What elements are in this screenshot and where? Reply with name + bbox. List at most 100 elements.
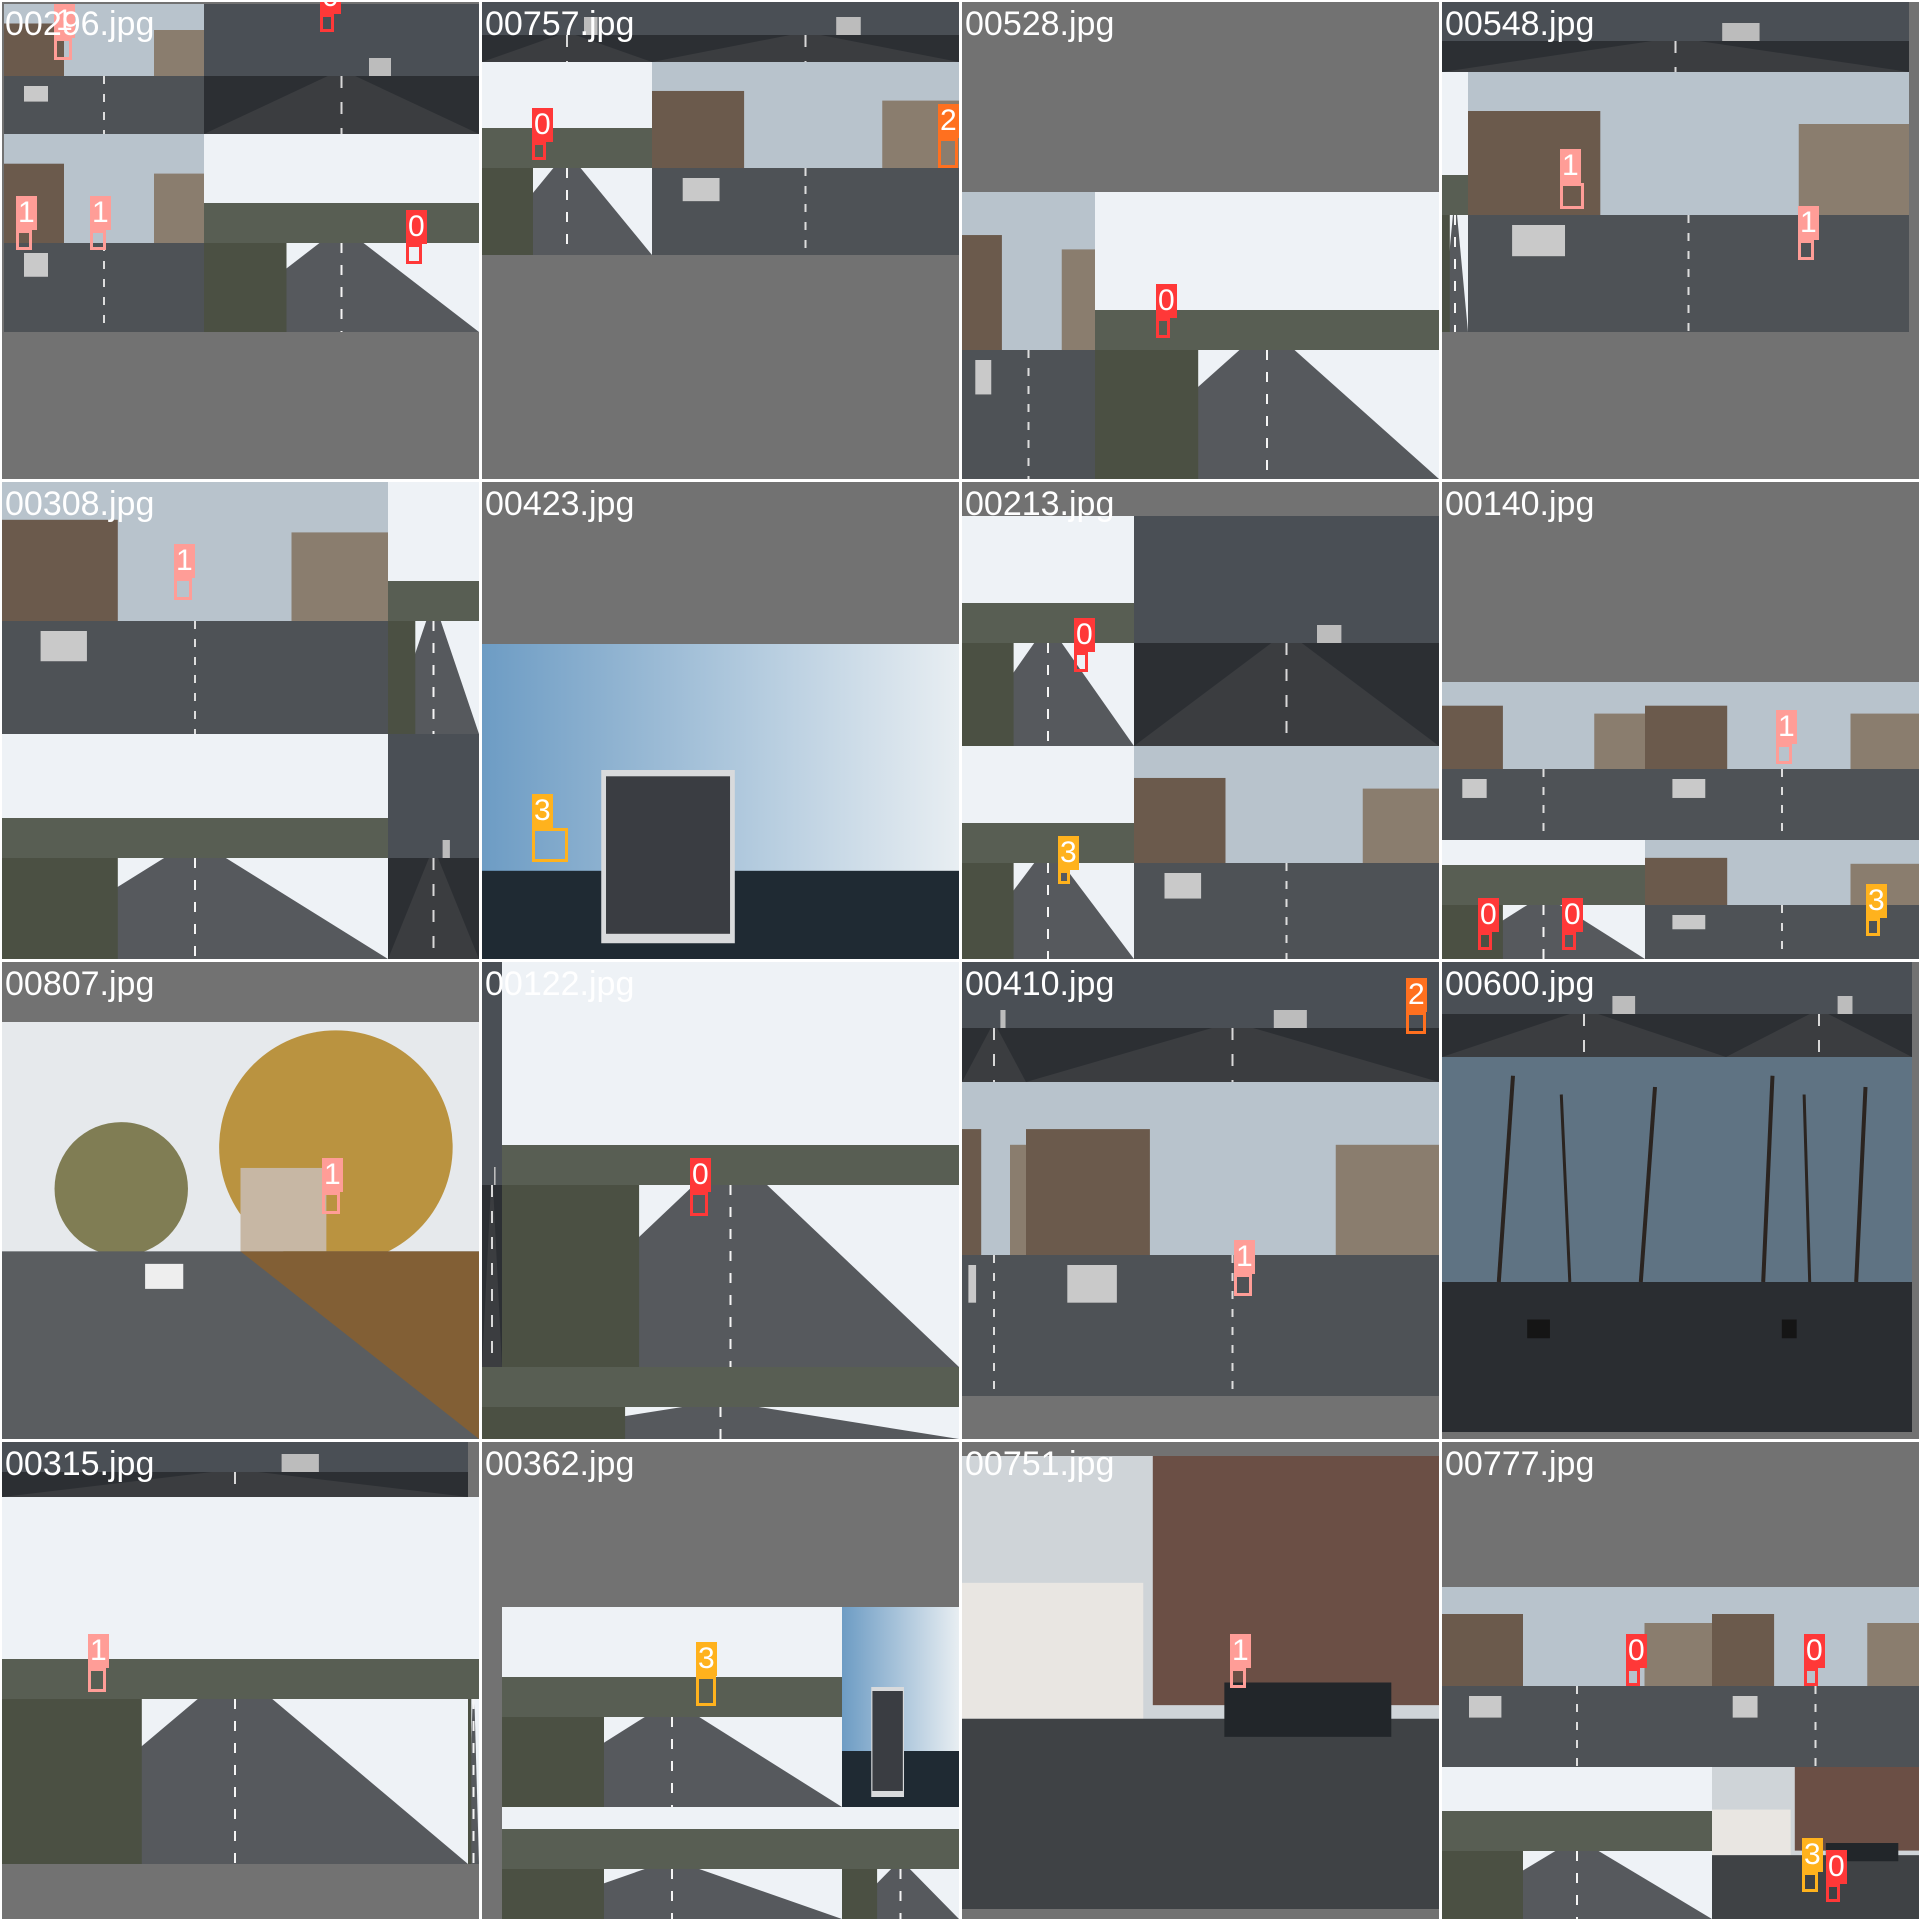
photo-road-bright [1442,1767,1712,1919]
detection-label: 1 [1798,206,1819,240]
detection-box [88,1668,106,1692]
mosaic-tile: 3 00423.jpg [482,482,959,959]
mosaic-tile: 0 2 00757.jpg [482,2,959,479]
filename-label: 00807.jpg [5,965,155,1003]
filename-label: 00122.jpg [485,965,635,1003]
mosaic-image [482,962,959,1439]
detection-label: 2 [1406,978,1427,1012]
detection-box [16,230,32,250]
photo-street-day [962,192,1095,479]
detection-label: 3 [1866,884,1887,918]
detection-label: 0 [1626,1634,1647,1668]
mosaic-tile: 1 00751.jpg [962,1442,1439,1919]
detection-label: 3 [696,1642,717,1676]
photo-road-bright [2,1497,468,1864]
filename-label: 00410.jpg [965,965,1115,1003]
photo-road-bright [502,1807,842,1919]
detection-label: 0 [1562,898,1583,932]
photo-highway-dusk [482,962,502,1367]
mosaic-tile: 00600.jpg [1442,962,1919,1439]
detection-label: 3 [1058,836,1079,870]
detection-box [1804,1668,1818,1686]
detection-box [696,1676,716,1706]
filename-label: 00600.jpg [1445,965,1595,1003]
photo-road-bright [1442,840,1645,959]
detection-box [1626,1668,1640,1686]
photo-street-day [1442,682,1645,840]
photo-autumn [2,1022,479,1439]
photo-highway-dusk [1726,962,1912,1057]
detection-label: 1 [16,196,37,230]
filename-label: 00213.jpg [965,485,1115,523]
photo-sky-truck [842,1607,959,1807]
mosaic-image [962,1456,1439,1909]
mosaic-image [2,1022,479,1439]
detection-label: 0 [690,1158,711,1192]
detection-box [938,138,958,168]
detection-label: 3 [532,794,553,828]
mosaic-tile: 0 3 00213.jpg [962,482,1439,959]
mosaic-image [1442,2,1909,332]
detection-box [1798,240,1814,260]
filename-label: 00296.jpg [5,5,155,43]
detection-box [406,244,422,264]
detection-box [1866,918,1880,936]
detection-box [320,14,334,32]
mosaic-image [962,516,1439,959]
mosaic-image [4,4,479,332]
mosaic-image [1442,962,1912,1432]
photo-highway-dusk [1134,516,1439,746]
detection-label: 1 [1234,1240,1255,1274]
photo-street-day [1468,72,1909,332]
photo-street-day [1134,746,1439,959]
photo-dark-trees [1726,1057,1912,1432]
detection-label: 2 [938,104,959,138]
photo-street-day [1442,1587,1712,1767]
mosaic-tile: 1011000296.jpg [2,2,479,479]
detection-label: 0 [1156,284,1177,318]
mosaic-image [962,192,1439,479]
filename-label: 00140.jpg [1445,485,1595,523]
detection-label: 1 [1230,1634,1251,1668]
mosaic-tile: 0 0 3 0 00777.jpg [1442,1442,1919,1919]
photo-road-bright [204,134,479,332]
detection-box [532,142,546,160]
filename-label: 00315.jpg [5,1445,155,1483]
detection-label: 0 [406,210,427,244]
photo-dark-trees [1442,1057,1726,1432]
filename-label: 00308.jpg [5,485,155,523]
detection-box [1802,1872,1818,1892]
detection-label: 0 [1478,898,1499,932]
detection-label: 3 [1802,1838,1823,1872]
detection-box [1560,183,1584,209]
mosaic-tile: 1 00807.jpg [2,962,479,1439]
detection-label: 0 [532,108,553,142]
photo-highway-dusk [204,4,479,134]
detection-box [532,828,568,862]
detection-box [1478,932,1492,950]
detection-label: 0 [1826,1850,1847,1884]
filename-label: 00777.jpg [1445,1445,1595,1483]
photo-road-bright [502,962,959,1367]
mosaic-image [2,1442,479,1919]
detection-label: 1 [322,1158,343,1192]
mosaic-tile: 1 00315.jpg [2,1442,479,1919]
detection-box [1406,1012,1426,1034]
detection-label: 1 [88,1634,109,1668]
detection-label: 1 [1560,149,1581,183]
photo-road-bright [482,1367,959,1439]
photo-road-bright [468,1497,479,1864]
filename-label: 00528.jpg [965,5,1115,43]
mosaic-tile: 1 00308.jpg [2,482,479,959]
photo-road-bright [962,746,1134,959]
photo-street-day [1026,1082,1439,1396]
detection-label: 0 [1804,1634,1825,1668]
mosaic-image [1442,682,1919,959]
detection-label: 0 [1074,618,1095,652]
photo-road-bright [1442,72,1468,332]
detection-box [1074,652,1088,672]
filename-label: 00757.jpg [485,5,635,43]
photo-sky-truck [482,644,959,959]
photo-road-bright [842,1807,959,1919]
photo-street-day [962,1082,1026,1396]
